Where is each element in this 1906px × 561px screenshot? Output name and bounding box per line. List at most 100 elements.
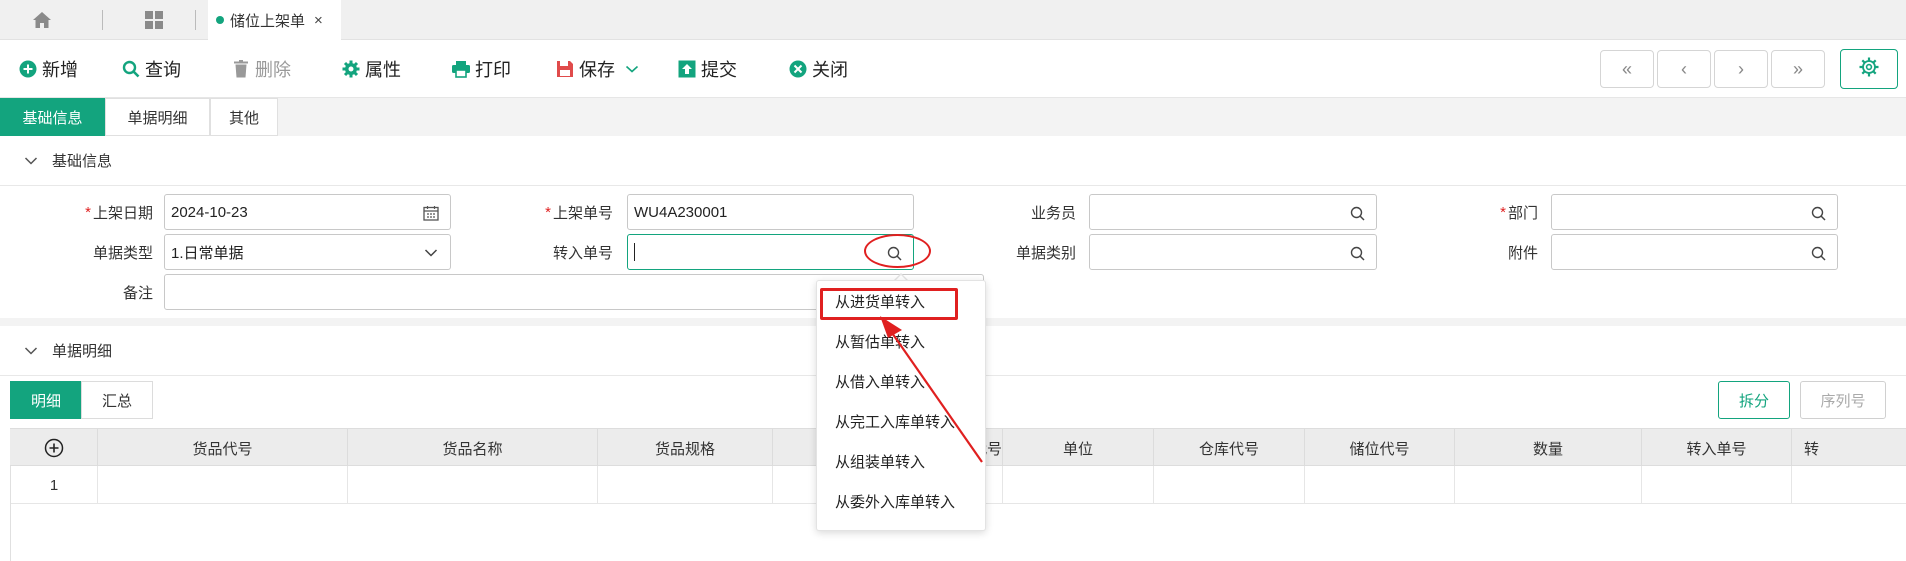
delete-button[interactable]: 删除 [231,40,291,98]
doc-category-label: 单据类别 [1015,244,1076,262]
row-index: 1 [10,466,98,504]
table-cell[interactable] [1642,466,1792,504]
properties-button[interactable]: 属性 [341,40,401,98]
tab-label: 储位上架单 [230,12,306,30]
calendar-icon[interactable] [422,204,440,222]
close-button[interactable]: 关闭 [788,40,848,98]
tab-doc-detail[interactable]: 单据明细 [105,98,210,136]
tab-shelf-order[interactable]: 储位上架单 × [208,0,341,40]
table-cell[interactable] [1455,466,1642,504]
upload-icon [677,59,697,79]
col-header[interactable]: 转 [1792,429,1906,467]
search-icon [121,59,141,79]
close-tab-icon[interactable]: × [314,12,323,29]
split-button[interactable]: 拆分 [1718,381,1790,419]
first-record-button[interactable]: « [1600,50,1654,88]
doc-type-select[interactable]: 1.日常单据 [164,234,451,270]
arrow-shaft [889,329,983,463]
delete-label: 删除 [255,60,291,80]
col-header[interactable]: 货品代号 [98,429,348,467]
close-circle-icon [788,59,808,79]
doc-type-label: 单据类型 [92,244,153,262]
prev-record-button[interactable]: ‹ [1657,50,1711,88]
department-label: * 部门 [1500,203,1538,222]
text-cursor [634,243,635,261]
col-header[interactable]: 储位代号 [1305,429,1455,467]
submit-label: 提交 [701,60,737,80]
col-header[interactable]: 货品规格 [598,429,773,467]
last-icon: » [1792,58,1803,79]
menu-item-from-outsource[interactable]: 从委外入库单转入 [835,481,955,521]
gear-icon [341,59,361,79]
search-icon[interactable] [1348,244,1366,262]
add-row-icon[interactable] [10,429,98,467]
tab-summary[interactable]: 汇总 [81,381,153,419]
first-icon: « [1621,58,1632,79]
chevron-down-icon [24,346,38,356]
shelf-date-field[interactable]: 2024-10-23 [164,194,451,230]
col-header[interactable]: 数量 [1455,429,1642,467]
section-title: 单据明细 [52,343,113,360]
attachment-label: 附件 [1507,244,1538,262]
close-label: 关闭 [812,60,848,80]
active-dot-icon [216,16,224,24]
col-header[interactable]: 货品名称 [348,429,598,467]
save-icon [555,59,575,79]
printer-icon [451,59,471,79]
department-field[interactable] [1551,194,1838,230]
settings-gear-icon [1858,56,1880,82]
new-button[interactable]: 新增 [18,40,78,98]
serial-no-button[interactable]: 序列号 [1800,381,1886,419]
table-cell[interactable] [1154,466,1305,504]
new-label: 新增 [42,60,78,80]
grid-icon[interactable] [142,0,166,40]
salesman-label: 业务员 [1030,204,1076,222]
search-icon[interactable] [1809,244,1827,262]
next-record-button[interactable]: › [1714,50,1768,88]
col-header[interactable]: 单位 [1003,429,1154,467]
col-header[interactable]: 转入单号 [1642,429,1792,467]
arrow-head [880,316,902,338]
settings-button[interactable] [1840,49,1898,89]
col-header[interactable]: 仓库代号 [1154,429,1305,467]
next-icon: › [1738,58,1744,79]
chevron-down-icon [24,156,38,166]
shelf-no-label: * 上架单号 [545,203,613,222]
save-label: 保存 [579,60,615,80]
salesman-field[interactable] [1089,194,1377,230]
tab-detail[interactable]: 明细 [10,381,82,419]
doc-category-field[interactable] [1089,234,1377,270]
submit-button[interactable]: 提交 [677,40,737,98]
plus-circle-icon [18,59,38,79]
shelf-no-field[interactable]: WU4A230001 [627,194,914,230]
print-button[interactable]: 打印 [451,40,511,98]
section-title: 基础信息 [52,153,113,170]
trash-icon [231,59,251,79]
table-cell[interactable] [1792,466,1906,504]
transfer-no-label: 转入单号 [552,244,613,262]
table-cell[interactable] [1003,466,1154,504]
last-record-button[interactable]: » [1771,50,1825,88]
table-cell[interactable] [1305,466,1455,504]
tab-other[interactable]: 其他 [210,98,278,136]
shelf-date-label: * 上架日期 [85,203,153,222]
table-cell[interactable] [598,466,773,504]
basic-info-header[interactable]: 基础信息 [0,136,1906,186]
query-button[interactable]: 查询 [121,40,181,98]
search-icon[interactable] [1809,204,1827,222]
search-icon[interactable] [1348,204,1366,222]
chevron-down-icon[interactable] [625,64,639,74]
query-label: 查询 [145,60,181,80]
annotation-arrow [880,316,983,463]
save-button[interactable]: 保存 [555,40,639,98]
table-cell[interactable] [348,466,598,504]
section-tabs: 基础信息 单据明细 其他 [0,98,1906,136]
home-icon[interactable] [30,0,54,40]
prev-icon: ‹ [1681,58,1687,79]
chevron-down-icon[interactable] [422,244,440,262]
tab-basic-info[interactable]: 基础信息 [0,98,105,136]
properties-label: 属性 [365,60,401,80]
attachment-field[interactable] [1551,234,1838,270]
remark-label: 备注 [122,284,153,302]
table-cell[interactable] [98,466,348,504]
